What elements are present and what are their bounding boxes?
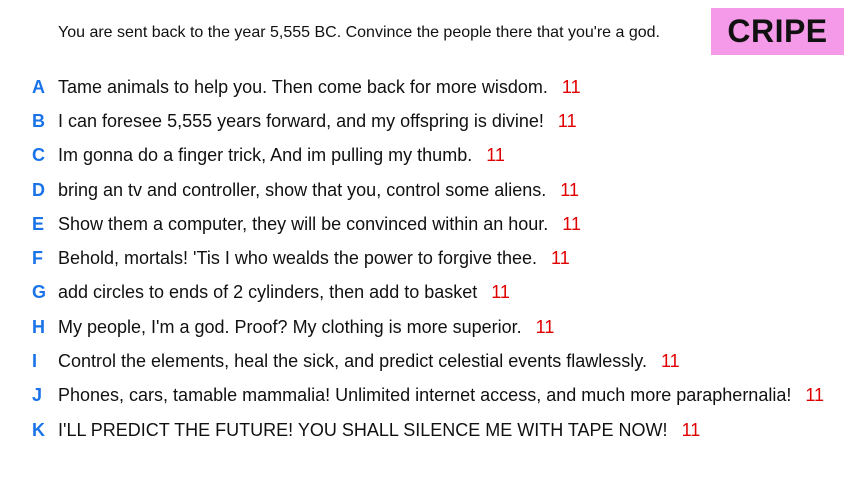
answer-score: 11 — [660, 351, 680, 372]
answer-row-g[interactable]: G add circles to ends of 2 cylinders, th… — [0, 276, 853, 310]
answer-score: 11 — [681, 419, 701, 440]
answer-score: 11 — [491, 282, 510, 303]
answer-letter: J — [32, 385, 43, 406]
answer-text: Behold, mortals! 'Tis I who wealds the p… — [58, 248, 538, 269]
answer-text: My people, I'm a god. Proof? My clothing… — [58, 316, 522, 337]
answer-text: bring an tv and controller, show that yo… — [58, 179, 547, 200]
answer-letter: F — [32, 248, 43, 269]
answer-letter: E — [32, 213, 45, 234]
answer-text: Phones, cars, tamable mammalia! Unlimite… — [58, 385, 792, 406]
answer-row-f[interactable]: F Behold, mortals! 'Tis I who wealds the… — [0, 241, 853, 275]
answer-letter: H — [32, 316, 45, 337]
answer-letter: G — [32, 282, 47, 303]
answer-letter: A — [32, 76, 45, 97]
answer-row-a[interactable]: A Tame animals to help you. Then come ba… — [0, 70, 853, 104]
answer-letter: I — [32, 351, 38, 372]
answer-row-e[interactable]: E Show them a computer, they will be con… — [0, 207, 853, 241]
answer-row-h[interactable]: H My people, I'm a god. Proof? My clothi… — [0, 310, 853, 344]
answer-letter: C — [32, 145, 45, 166]
answer-row-d[interactable]: D bring an tv and controller, show that … — [0, 173, 853, 207]
cripe-logo: CRIPE — [711, 8, 844, 55]
answer-row-k[interactable]: K I'LL PREDICT THE FUTURE! YOU SHALL SIL… — [0, 413, 853, 447]
answer-row-j[interactable]: J Phones, cars, tamable mammalia! Unlimi… — [0, 379, 853, 413]
logo-text: CRIPE — [727, 13, 828, 49]
answer-text: Tame animals to help you. Then come back… — [58, 76, 548, 97]
answer-row-b[interactable]: B I can foresee 5,555 years forward, and… — [0, 104, 853, 138]
answer-row-i[interactable]: I Control the elements, heal the sick, a… — [0, 344, 853, 378]
answer-letter: K — [32, 419, 45, 440]
answer-text: Show them a computer, they will be convi… — [58, 213, 549, 234]
answer-score: 11 — [805, 385, 825, 406]
answer-letter: B — [32, 110, 45, 131]
answer-letter: D — [32, 179, 45, 200]
answer-score: 11 — [561, 76, 581, 97]
answer-score: 11 — [486, 145, 505, 166]
answer-list: A Tame animals to help you. Then come ba… — [0, 70, 853, 447]
answer-score: 11 — [551, 248, 570, 269]
answer-row-c[interactable]: C Im gonna do a finger trick, And im pul… — [0, 139, 853, 173]
answer-score: 11 — [535, 316, 555, 337]
answer-score: 11 — [560, 179, 579, 200]
answer-text: add circles to ends of 2 cylinders, then… — [58, 282, 478, 303]
answer-text: Control the elements, heal the sick, and… — [58, 351, 647, 372]
answer-text: I'LL PREDICT THE FUTURE! YOU SHALL SILEN… — [58, 419, 668, 440]
answer-text: I can foresee 5,555 years forward, and m… — [58, 110, 544, 131]
answer-score: 11 — [562, 213, 581, 234]
answer-score: 11 — [557, 110, 577, 131]
prompt-text: You are sent back to the year 5,555 BC. … — [58, 24, 660, 41]
answer-text: Im gonna do a finger trick, And im pulli… — [58, 145, 473, 166]
